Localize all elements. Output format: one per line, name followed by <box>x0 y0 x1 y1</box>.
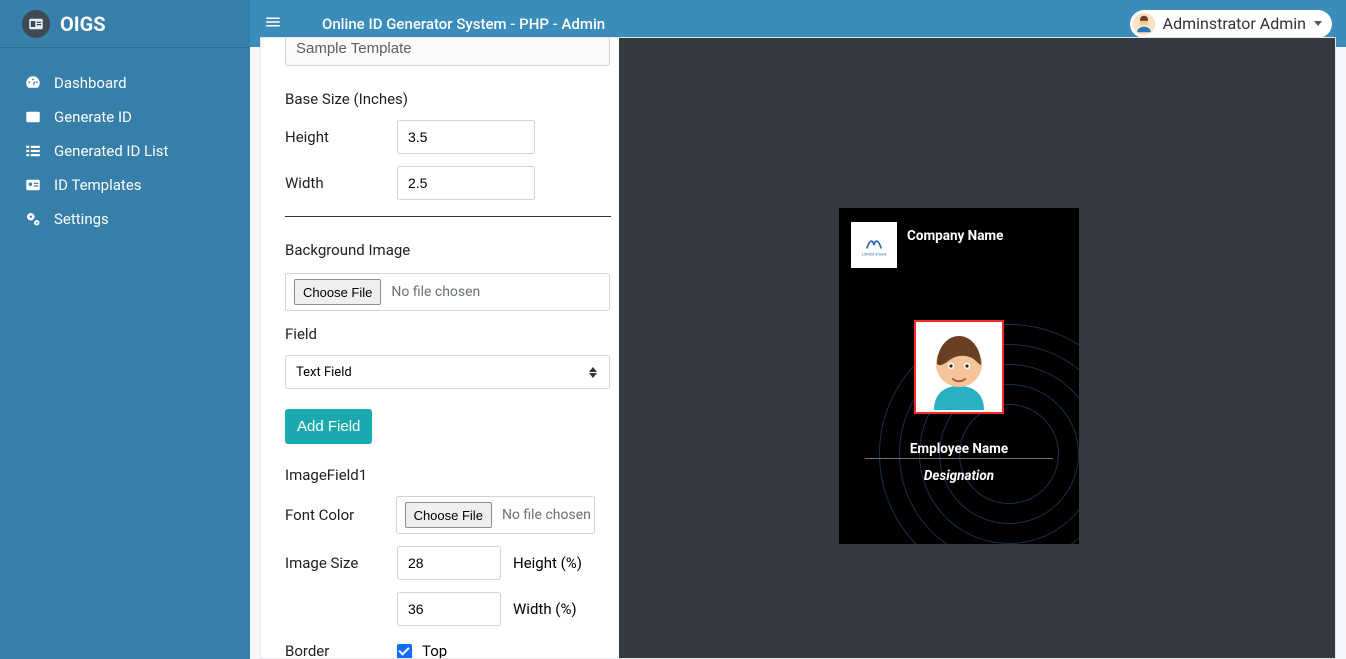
sidebar-item-settings[interactable]: Settings <box>0 202 250 236</box>
cogs-icon <box>24 210 42 228</box>
font-color-label: Font Color <box>285 506 396 524</box>
border-top-checkbox[interactable] <box>397 644 412 659</box>
image-width-input[interactable] <box>397 592 501 626</box>
field-select-value: Text Field <box>296 365 352 380</box>
height-input[interactable] <box>397 120 535 154</box>
sidebar: OIGS Dashboard Generate ID Generated ID … <box>0 0 250 659</box>
sidebar-item-label: Settings <box>54 210 109 228</box>
sidebar-item-label: Dashboard <box>54 74 127 92</box>
add-field-button[interactable]: Add Field <box>285 409 372 444</box>
sidebar-nav: Dashboard Generate ID Generated ID List … <box>0 48 250 236</box>
divider <box>285 216 611 217</box>
company-logo-icon: LOREM IPSUM <box>851 222 897 268</box>
editor-card: Base Size (Inches) Height Width Backgrou… <box>260 37 1336 659</box>
brand-name: OIGS <box>60 12 106 36</box>
id-badge-icon <box>24 176 42 194</box>
sidebar-item-id-templates[interactable]: ID Templates <box>0 168 250 202</box>
width-input[interactable] <box>397 166 535 200</box>
preview-pane: LOREM IPSUM Company Name Employee Name D… <box>619 38 1335 658</box>
base-size-title: Base Size (Inches) <box>285 90 595 108</box>
form-pane: Base Size (Inches) Height Width Backgrou… <box>261 38 619 658</box>
sidebar-item-generate-id[interactable]: Generate ID <box>0 100 250 134</box>
choose-file-button[interactable]: Choose File <box>405 502 492 528</box>
list-icon <box>24 142 42 160</box>
caret-down-icon <box>1314 21 1322 26</box>
bg-image-file[interactable]: Choose File No file chosen <box>285 273 610 311</box>
template-name-input[interactable] <box>285 38 610 66</box>
main: Base Size (Inches) Height Width Backgrou… <box>250 47 1346 659</box>
employee-name: Employee Name <box>839 441 1079 457</box>
employee-photo <box>914 320 1004 414</box>
image-height-unit: Height (%) <box>513 554 582 572</box>
brand-logo-icon <box>22 10 50 38</box>
designation: Designation <box>839 468 1079 484</box>
sidebar-item-label: Generate ID <box>54 108 132 126</box>
border-label: Border <box>285 642 397 658</box>
avatar-icon <box>1133 13 1155 35</box>
id-card-preview: LOREM IPSUM Company Name Employee Name D… <box>839 208 1079 544</box>
border-top-label: Top <box>422 642 447 658</box>
image-size-label: Image Size <box>285 554 397 572</box>
id-card-icon <box>24 108 42 126</box>
menu-toggle-icon[interactable] <box>264 13 282 35</box>
file-status-text: No file chosen <box>502 507 591 523</box>
company-name: Company Name <box>907 228 1003 244</box>
select-arrows-icon <box>589 367 597 378</box>
field-type-select[interactable]: Text Field <box>285 355 610 389</box>
file-status-text: No file chosen <box>391 284 480 300</box>
user-name: Adminstrator Admin <box>1163 14 1306 33</box>
svg-text:LOREM IPSUM: LOREM IPSUM <box>862 253 887 257</box>
choose-file-button[interactable]: Choose File <box>294 279 381 305</box>
height-label: Height <box>285 128 397 146</box>
sidebar-item-generated-list[interactable]: Generated ID List <box>0 134 250 168</box>
width-label: Width <box>285 174 397 192</box>
user-menu[interactable]: Adminstrator Admin <box>1130 10 1332 38</box>
tachometer-icon <box>24 74 42 92</box>
image-height-input[interactable] <box>397 546 501 580</box>
page-title: Online ID Generator System - PHP - Admin <box>322 15 605 33</box>
sidebar-item-label: ID Templates <box>54 176 142 194</box>
imagefield1-title: ImageField1 <box>285 466 595 484</box>
name-underline <box>865 458 1053 459</box>
bg-image-title: Background Image <box>285 241 595 259</box>
image-width-unit: Width (%) <box>513 600 577 618</box>
font-color-file[interactable]: Choose File No file chosen <box>396 496 595 534</box>
field-label: Field <box>285 325 595 343</box>
sidebar-item-label: Generated ID List <box>54 142 168 160</box>
brand: OIGS <box>0 0 250 47</box>
sidebar-item-dashboard[interactable]: Dashboard <box>0 66 250 100</box>
